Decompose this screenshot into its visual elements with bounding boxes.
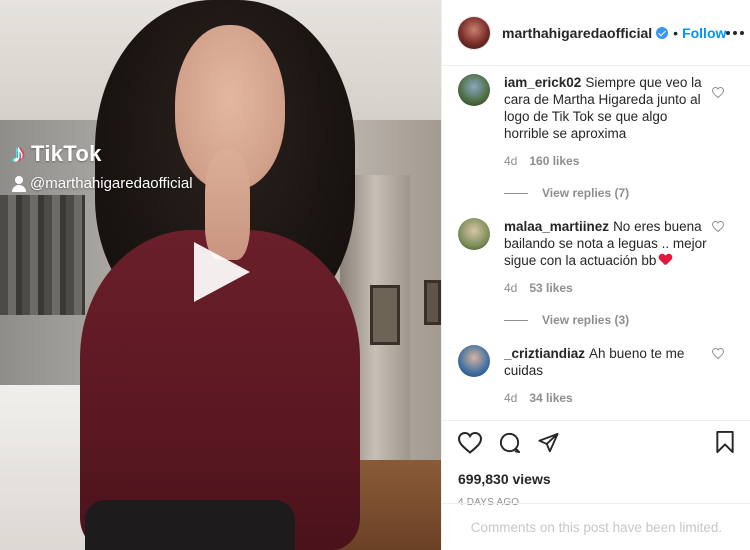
comment-text: _criztiandiaz Ah bueno te me cuidas <box>504 345 709 379</box>
verified-badge-icon <box>656 26 669 39</box>
comment-meta: 4d 34 likes <box>504 391 709 405</box>
user-icon <box>12 175 26 192</box>
comment-text: iam_erick02 Siempre que veo la cara de Ma… <box>504 74 709 142</box>
comment-age[interactable]: 4d <box>504 281 517 295</box>
instagram-post: ♪ TikTok @marthahigaredaofficial marthah… <box>0 0 750 550</box>
view-replies-button[interactable]: View replies (7) <box>504 186 734 200</box>
view-replies-label: View replies (7) <box>542 186 630 200</box>
post-actions: 699,830 views 4 DAYS AGO <box>442 420 750 508</box>
comment-avatar[interactable] <box>458 74 490 106</box>
comment-item: malaa_martiinez No eres buena bailando se… <box>458 200 734 295</box>
post-video[interactable]: ♪ TikTok @marthahigaredaofficial <box>0 0 441 550</box>
woman-leggings <box>85 500 295 550</box>
heart-icon[interactable] <box>457 431 483 459</box>
replies-divider <box>504 319 528 321</box>
tiktok-watermark: ♪ TikTok <box>12 138 102 169</box>
comments-limited-notice: Comments on this post have been limited. <box>442 503 750 550</box>
comment-item: iam_erick02 Siempre que veo la cara de Ma… <box>458 66 734 168</box>
comment-avatar[interactable] <box>458 345 490 377</box>
view-replies-button[interactable]: View replies (3) <box>504 313 734 327</box>
comment-likes[interactable]: 53 likes <box>529 281 572 295</box>
comment-avatar[interactable] <box>458 218 490 250</box>
comment-text: malaa_martiinez No eres buena bailando se… <box>504 218 709 269</box>
comment-icon[interactable] <box>498 431 521 459</box>
red-heart-emoji-icon <box>659 254 672 266</box>
paper-plane-icon[interactable] <box>537 432 560 459</box>
comment-like-heart-icon[interactable] <box>712 87 724 98</box>
comment-username[interactable]: iam_erick02 <box>504 75 581 90</box>
comment-like-heart-icon[interactable] <box>712 348 724 359</box>
tiktok-note-icon: ♪ <box>12 138 25 168</box>
comment-age[interactable]: 4d <box>504 391 517 405</box>
follow-button[interactable]: Follow <box>682 25 726 41</box>
bookmark-icon[interactable] <box>715 431 735 459</box>
post-header: marthahigaredaofficial • Follow <box>442 0 750 66</box>
picture-frame <box>370 285 400 345</box>
comment-username[interactable]: malaa_martiinez <box>504 219 609 234</box>
tiktok-wordmark: TikTok <box>31 140 102 166</box>
comment-likes[interactable]: 34 likes <box>529 391 572 405</box>
action-bar <box>457 431 735 459</box>
comments-list[interactable]: iam_erick02 Siempre que veo la cara de Ma… <box>442 66 750 420</box>
play-icon[interactable] <box>194 242 250 302</box>
comment-likes[interactable]: 160 likes <box>529 154 579 168</box>
comment-meta: 4d 160 likes <box>504 154 709 168</box>
wall-artwork <box>0 195 85 315</box>
author-avatar[interactable] <box>458 16 490 49</box>
comment-age[interactable]: 4d <box>504 154 517 168</box>
view-replies-label: View replies (3) <box>542 313 630 327</box>
replies-divider <box>504 192 528 194</box>
post-sidebar: marthahigaredaofficial • Follow iam_eric… <box>441 0 750 550</box>
header-separator: • <box>673 24 679 41</box>
comment-meta: 4d 53 likes <box>504 281 709 295</box>
more-options-icon[interactable] <box>726 25 745 41</box>
author-username[interactable]: marthahigaredaofficial <box>502 25 652 41</box>
comment-item: _criztiandiaz Ah bueno te me cuidas 4d 34… <box>458 327 734 405</box>
picture-frame <box>424 280 441 325</box>
tiktok-handle-text: @marthahigaredaofficial <box>30 175 193 192</box>
comment-like-heart-icon[interactable] <box>712 221 724 232</box>
comment-username[interactable]: _criztiandiaz <box>504 346 585 361</box>
view-count[interactable]: 699,830 views <box>458 471 735 487</box>
tiktok-handle: @marthahigaredaofficial <box>12 175 193 192</box>
